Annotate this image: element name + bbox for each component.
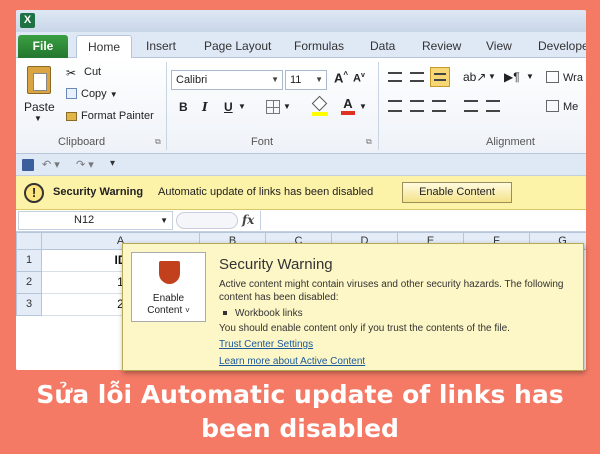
- excel-logo-icon: X: [20, 13, 35, 28]
- paste-button[interactable]: Paste ▼: [22, 64, 58, 130]
- chevron-down-icon[interactable]: ▼: [238, 102, 246, 111]
- row-header[interactable]: 2: [16, 272, 42, 294]
- fx-icon[interactable]: fx: [242, 213, 254, 227]
- tab-developer[interactable]: Develope: [532, 35, 586, 58]
- alignment-group-label: Alignment: [486, 136, 535, 148]
- align-left-icon[interactable]: [388, 100, 402, 112]
- align-right-icon[interactable]: [432, 100, 446, 112]
- shrink-font-button[interactable]: Av: [353, 72, 365, 85]
- decrease-indent-icon[interactable]: [464, 100, 478, 112]
- formula-input[interactable]: [260, 211, 584, 230]
- underline-button[interactable]: U: [224, 100, 233, 114]
- popup-text: You should enable content only if you tr…: [219, 323, 510, 334]
- paintbrush-icon: [66, 112, 77, 121]
- font-size-select[interactable]: 11 ▼: [285, 70, 327, 90]
- fill-color-icon[interactable]: [311, 95, 328, 116]
- learn-more-link[interactable]: Learn more about Active Content: [219, 356, 365, 367]
- content-label: Content: [147, 305, 183, 316]
- font-name-select[interactable]: Calibri ▼: [171, 70, 283, 90]
- caption-line: Sửa lỗi Automatic update of links has: [36, 380, 564, 409]
- article-caption: Sửa lỗi Automatic update of links has be…: [0, 378, 600, 446]
- text-direction-icon[interactable]: ▶¶: [504, 70, 520, 84]
- bold-button[interactable]: B: [179, 100, 188, 114]
- paste-chevron-icon: ▼: [34, 114, 42, 123]
- select-all-corner[interactable]: [16, 232, 42, 250]
- chevron-down-icon: ▼: [315, 75, 323, 84]
- align-top-icon[interactable]: [388, 72, 402, 82]
- tab-file[interactable]: File: [18, 35, 68, 58]
- ribbon-separator: [378, 62, 379, 150]
- chevron-down-icon: ▼: [160, 216, 168, 225]
- trust-center-link[interactable]: Trust Center Settings: [219, 339, 313, 350]
- caption-line: been disabled: [201, 414, 399, 443]
- message-bar-text: Automatic update of links has been disab…: [158, 186, 374, 198]
- merge-icon: [546, 100, 559, 112]
- ribbon-separator: [166, 62, 167, 150]
- security-warning-popup: Enable Content ˅ Security Warning Active…: [122, 243, 584, 371]
- save-icon[interactable]: [22, 159, 34, 171]
- borders-icon[interactable]: [266, 100, 280, 114]
- paste-label: Paste: [24, 100, 55, 114]
- chevron-down-icon[interactable]: ▼: [526, 72, 534, 81]
- tab-home[interactable]: Home: [76, 35, 132, 58]
- increase-indent-icon[interactable]: [486, 100, 500, 112]
- bullet-icon: [223, 311, 227, 315]
- ribbon: Paste ▼ ✂ Cut Copy ▼ Format Painter Clipb…: [16, 58, 586, 154]
- tab-data[interactable]: Data: [364, 35, 401, 58]
- title-bar: X: [16, 10, 586, 32]
- enable-content-dropdown-button[interactable]: Enable Content ˅: [131, 252, 206, 322]
- row-header[interactable]: 1: [16, 250, 42, 272]
- scissors-icon: ✂: [66, 66, 77, 80]
- chevron-down-icon: ▼: [271, 75, 279, 84]
- formula-bar-handle[interactable]: [176, 212, 238, 229]
- warning-icon: !: [24, 183, 44, 203]
- chevron-down-icon[interactable]: ▼: [359, 102, 367, 111]
- tab-review[interactable]: Review: [416, 35, 467, 58]
- redo-icon[interactable]: ↷ ▾: [76, 158, 94, 171]
- security-message-bar: ! Security Warning Automatic update of l…: [16, 176, 586, 210]
- italic-button[interactable]: I: [202, 100, 208, 114]
- popup-title: Security Warning: [219, 256, 333, 273]
- cut-button[interactable]: ✂ Cut: [66, 66, 101, 80]
- popup-text: content has been disabled:: [219, 292, 339, 303]
- tab-view[interactable]: View: [480, 35, 518, 58]
- clipboard-group-label: Clipboard: [58, 136, 106, 148]
- chevron-down-icon[interactable]: ▼: [283, 102, 291, 111]
- popup-text: Active content might contain viruses and…: [219, 279, 564, 290]
- wrap-text-icon: [546, 71, 559, 83]
- clipboard-icon: [27, 66, 51, 94]
- orientation-icon[interactable]: ab↗: [463, 70, 486, 84]
- enable-label: Enable: [152, 293, 185, 304]
- tab-page-layout[interactable]: Page Layout: [198, 35, 277, 58]
- merge-center-button[interactable]: Me: [546, 100, 578, 113]
- disabled-item: Workbook links: [219, 308, 303, 319]
- tab-insert[interactable]: Insert: [140, 35, 182, 58]
- grow-font-button[interactable]: A^: [334, 70, 348, 85]
- message-bar-title: Security Warning: [53, 186, 144, 198]
- font-group-label: Font: [251, 136, 274, 148]
- align-middle-icon[interactable]: [410, 72, 424, 82]
- chevron-down-icon[interactable]: ▼: [488, 72, 496, 81]
- chevron-down-icon: ˅: [185, 306, 190, 315]
- ribbon-tabs: File Home Insert Page Layout Formulas Da…: [16, 32, 586, 58]
- font-color-icon[interactable]: A: [341, 96, 355, 116]
- tab-formulas[interactable]: Formulas: [288, 35, 350, 58]
- dialog-launcher-icon[interactable]: ⧉: [155, 137, 161, 147]
- quick-access-toolbar: ↶ ▾ ↷ ▾ ▾: [16, 154, 586, 176]
- shield-icon: [159, 261, 180, 284]
- customize-qat-icon[interactable]: ▾: [110, 158, 115, 169]
- formula-bar: N12 ▼ fx: [16, 210, 586, 232]
- enable-content-button[interactable]: Enable Content: [402, 182, 512, 203]
- copy-icon: [66, 88, 77, 99]
- row-header[interactable]: 3: [16, 294, 42, 316]
- dialog-launcher-icon[interactable]: ⧉: [366, 137, 372, 147]
- wrap-text-button[interactable]: Wra: [546, 71, 583, 84]
- align-bottom-icon[interactable]: [430, 67, 450, 87]
- align-center-icon[interactable]: [410, 100, 424, 112]
- format-painter-button[interactable]: Format Painter: [66, 110, 154, 122]
- undo-icon[interactable]: ↶ ▾: [42, 158, 60, 171]
- copy-button[interactable]: Copy ▼: [66, 88, 118, 100]
- name-box[interactable]: N12 ▼: [18, 211, 173, 230]
